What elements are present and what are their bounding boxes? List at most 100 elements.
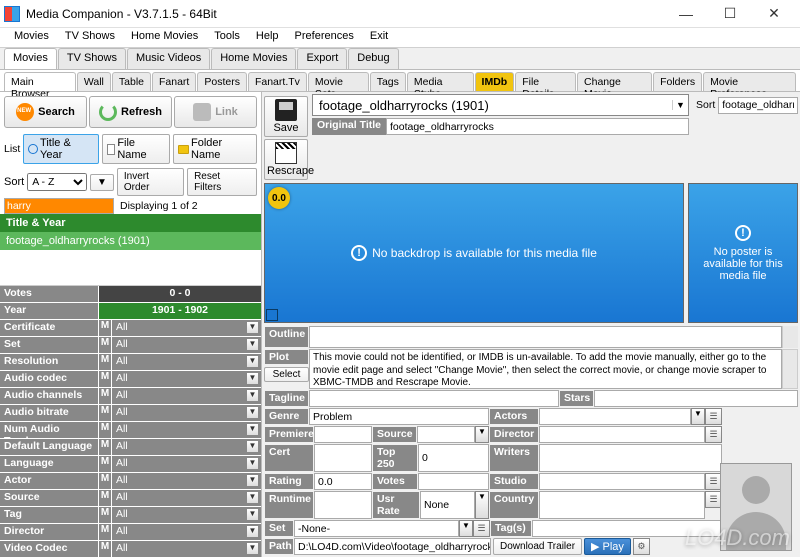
chevron-down-icon[interactable]: ▼ (672, 100, 688, 110)
menu-movies[interactable]: Movies (6, 28, 57, 47)
tags-input[interactable] (532, 520, 722, 537)
filter-mode[interactable]: M (99, 439, 112, 455)
chevron-down-icon[interactable]: ▼ (246, 321, 259, 334)
trailer-config-button[interactable]: ⚙ (633, 538, 650, 555)
link-button[interactable]: Link (174, 96, 257, 128)
chevron-down-icon[interactable]: ▼ (246, 491, 259, 504)
filter-value[interactable]: All▼ (112, 422, 261, 438)
tab-moviesets[interactable]: Movie Sets (308, 72, 369, 91)
filter-value[interactable]: All▼ (112, 524, 261, 540)
cert-input[interactable] (314, 444, 372, 472)
scrollbar[interactable] (782, 326, 798, 348)
chevron-down-icon[interactable]: ▼ (246, 338, 259, 351)
listopt-title-year[interactable]: Title & Year (23, 134, 98, 164)
actors-dropdown[interactable]: ▼ (691, 408, 705, 425)
scrollbar[interactable] (782, 349, 798, 389)
sort-value-input[interactable] (718, 97, 798, 114)
minimize-button[interactable]: — (664, 1, 708, 27)
outline-input[interactable] (309, 326, 782, 348)
source-input[interactable] (417, 426, 475, 443)
runtime-input[interactable] (314, 491, 372, 519)
filter-mode[interactable]: M (99, 456, 112, 472)
poster-preview[interactable]: ! No poster is available for this media … (688, 183, 798, 323)
tab-fanarttv[interactable]: Fanart.Tv (248, 72, 307, 91)
usrrate-value[interactable]: None (420, 491, 475, 519)
plot-select-button[interactable]: Select (264, 367, 309, 382)
menu-help[interactable]: Help (248, 28, 287, 47)
set-value[interactable]: -None- (294, 520, 459, 537)
result-item[interactable]: footage_oldharryrocks (1901) (0, 232, 261, 250)
director-input[interactable] (539, 426, 705, 443)
filter-mode[interactable]: M (99, 371, 112, 387)
chevron-down-icon[interactable]: ▼ (246, 440, 259, 453)
maximize-button[interactable]: ☐ (708, 1, 752, 27)
tab-tvshows[interactable]: TV Shows (58, 48, 126, 69)
menu-homemovies[interactable]: Home Movies (123, 28, 206, 47)
tab-debug[interactable]: Debug (348, 48, 398, 69)
filter-value[interactable]: All▼ (112, 388, 261, 404)
tab-posters[interactable]: Posters (197, 72, 247, 91)
close-button[interactable]: ✕ (752, 1, 796, 27)
menu-exit[interactable]: Exit (362, 28, 396, 47)
tab-imdb[interactable]: IMDb (475, 72, 515, 91)
tab-filedetails[interactable]: File Details (515, 72, 576, 91)
menu-tvshows[interactable]: TV Shows (57, 28, 123, 47)
listopt-folder-name[interactable]: Folder Name (173, 134, 257, 164)
search-input[interactable] (4, 198, 114, 214)
reset-filters-button[interactable]: Reset Filters (187, 168, 257, 196)
tab-changemovie[interactable]: Change Movie (577, 72, 652, 91)
filter-value[interactable]: All▼ (112, 320, 261, 336)
filter-mode[interactable]: M (99, 473, 112, 489)
chevron-down-icon[interactable]: ▼ (246, 525, 259, 538)
filter-value[interactable]: All▼ (112, 490, 261, 506)
path-value[interactable]: D:\LO4D.com\Video\footage_oldharryrocks (294, 538, 491, 555)
filter-mode[interactable]: M (99, 507, 112, 523)
menu-tools[interactable]: Tools (206, 28, 248, 47)
listopt-file-name[interactable]: File Name (102, 134, 171, 164)
premiere-input[interactable] (314, 426, 372, 443)
actors-edit-button[interactable]: ☰ (705, 408, 722, 425)
tab-folders[interactable]: Folders (653, 72, 702, 91)
tab-mainbrowser[interactable]: Main Browser (4, 72, 76, 91)
tab-export[interactable]: Export (297, 48, 347, 69)
sort-dir-button[interactable]: ▼ (90, 174, 114, 191)
resize-handle-icon[interactable] (266, 309, 278, 321)
filter-value[interactable]: All▼ (112, 354, 261, 370)
filter-value[interactable]: All▼ (112, 405, 261, 421)
chevron-down-icon[interactable]: ▼ (246, 406, 259, 419)
filter-value[interactable]: All▼ (112, 473, 261, 489)
tagline-input[interactable] (309, 390, 559, 407)
tab-wall[interactable]: Wall (77, 72, 111, 91)
set-dropdown[interactable]: ▼ (459, 520, 473, 537)
filter-mode[interactable]: M (99, 388, 112, 404)
top250-value[interactable]: 0 (418, 444, 489, 472)
chevron-down-icon[interactable]: ▼ (246, 423, 259, 436)
filter-value[interactable]: All▼ (112, 337, 261, 353)
title-combo[interactable]: footage_oldharryrocks (1901) ▼ (312, 94, 689, 116)
plot-text[interactable]: This movie could not be identified, or I… (309, 349, 782, 389)
filter-mode[interactable]: M (99, 422, 112, 438)
filter-mode[interactable]: M (99, 405, 112, 421)
invert-order-button[interactable]: Invert Order (117, 168, 184, 196)
filter-value[interactable]: All▼ (112, 507, 261, 523)
country-input[interactable] (539, 491, 705, 519)
filter-mode[interactable]: M (99, 541, 112, 557)
filter-mode[interactable]: M (99, 320, 112, 336)
search-button[interactable]: Search (4, 96, 87, 128)
chevron-down-icon[interactable]: ▼ (246, 457, 259, 470)
writers-input[interactable] (539, 444, 722, 472)
studio-input[interactable] (539, 473, 705, 490)
votes-input[interactable] (418, 473, 489, 490)
menu-preferences[interactable]: Preferences (287, 28, 362, 47)
chevron-down-icon[interactable]: ▼ (246, 389, 259, 402)
tab-tags[interactable]: Tags (370, 72, 406, 91)
filter-value[interactable]: All▼ (112, 439, 261, 455)
source-dropdown[interactable]: ▼ (475, 426, 489, 443)
tab-musicvideos[interactable]: Music Videos (127, 48, 210, 69)
set-edit-button[interactable]: ☰ (473, 520, 490, 537)
tab-table[interactable]: Table (112, 72, 151, 91)
download-trailer-button[interactable]: Download Trailer (493, 538, 582, 555)
chevron-down-icon[interactable]: ▼ (246, 355, 259, 368)
rescrape-button[interactable]: Rescrape (264, 139, 308, 180)
chevron-down-icon[interactable]: ▼ (246, 508, 259, 521)
